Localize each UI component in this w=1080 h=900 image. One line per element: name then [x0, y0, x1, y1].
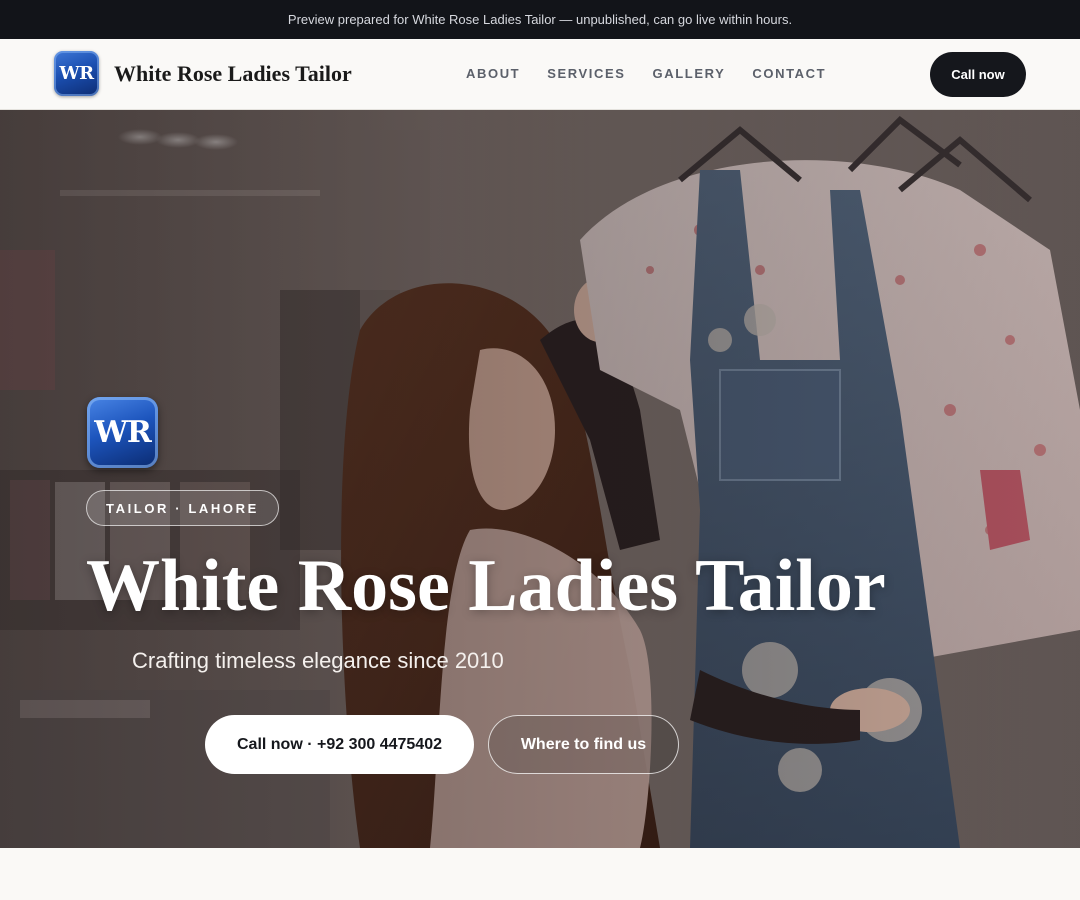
preview-banner-text: Preview prepared for White Rose Ladies T… — [287, 12, 793, 27]
hero-section: WR TAILOR · LAHORE White Rose Ladies Tai… — [0, 110, 1080, 848]
call-phone-button[interactable]: Call now · +92 300 4475402 — [205, 715, 474, 774]
nav-link-about[interactable]: ABOUT — [466, 66, 520, 81]
next-section — [0, 848, 1080, 900]
hero-location-tag: TAILOR · LAHORE — [86, 490, 279, 526]
find-us-button[interactable]: Where to find us — [488, 715, 679, 774]
site-header: WR White Rose Ladies Tailor ABOUT SERVIC… — [0, 39, 1080, 110]
hero-logo-badge: WR — [87, 397, 158, 468]
hero-title: White Rose Ladies Tailor — [86, 545, 886, 627]
nav-link-gallery[interactable]: GALLERY — [653, 66, 726, 81]
nav-link-contact[interactable]: CONTACT — [752, 66, 826, 81]
brand-name[interactable]: White Rose Ladies Tailor — [114, 61, 352, 87]
hero-subtitle: Crafting timeless elegance since 2010 — [132, 648, 504, 673]
brand-logo[interactable]: WR — [54, 51, 99, 96]
preview-banner: Preview prepared for White Rose Ladies T… — [0, 0, 1080, 39]
nav-link-services[interactable]: SERVICES — [547, 66, 625, 81]
main-nav: ABOUT SERVICES GALLERY CONTACT — [466, 66, 826, 81]
call-now-button[interactable]: Call now — [930, 52, 1026, 97]
